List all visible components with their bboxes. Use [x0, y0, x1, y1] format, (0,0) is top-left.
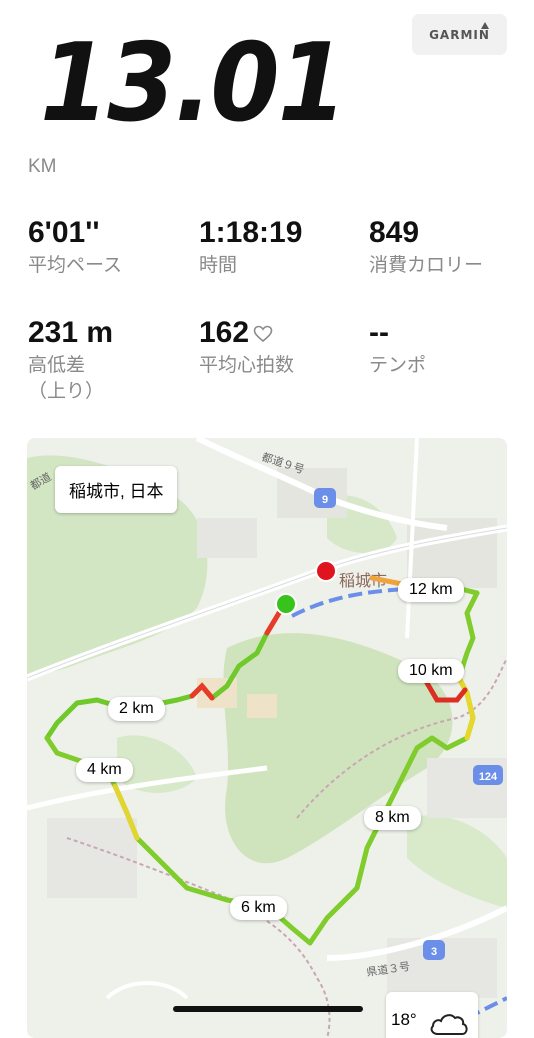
calories-label: 消費カロリー — [369, 255, 484, 276]
km-marker-8: 8 km — [364, 806, 421, 830]
map-park-area — [407, 815, 507, 908]
km-marker-6: 6 km — [230, 896, 287, 920]
elevation-value: 231 m — [28, 316, 114, 349]
km-marker-4: 4 km — [76, 758, 133, 782]
km-marker-12: 12 km — [398, 578, 464, 602]
garmin-logo-text: GARMIN — [429, 27, 490, 42]
end-marker — [315, 560, 337, 582]
heart-rate-value: 162 — [199, 316, 250, 349]
map-road — [105, 981, 189, 1000]
stat-elevation: 231 m 高低差 （上り） — [28, 318, 113, 404]
time-value: 1:18:19 — [199, 216, 303, 249]
stat-time: 1:18:19 時間 — [199, 218, 302, 279]
cloud-icon — [430, 1014, 468, 1035]
location-label[interactable]: 稲城市, 日本 — [55, 466, 178, 513]
pace-label: 平均ペース — [28, 255, 123, 276]
heart-icon — [253, 325, 273, 343]
stat-calories: 849 消費カロリー — [369, 218, 483, 279]
km-marker-10: 10 km — [398, 659, 464, 683]
map-block — [247, 694, 277, 718]
tempo-label: テンポ — [369, 355, 427, 376]
elevation-label-sub: （上り） — [28, 380, 105, 402]
calories-value: 849 — [369, 216, 420, 249]
map-block — [197, 518, 257, 558]
garmin-logo: GARMIN — [412, 14, 507, 55]
temperature: 18° — [391, 1010, 417, 1029]
tempo-value: -- — [369, 316, 389, 349]
stat-tempo: -- テンポ — [369, 318, 426, 379]
garmin-triangle-icon — [481, 22, 489, 29]
home-indicator[interactable] — [173, 1006, 363, 1012]
route-path — [456, 675, 476, 741]
pace-value: 6'01'' — [28, 216, 100, 249]
map-background: 9 124 3 都道９号 都道 県道３号 稲城市 — [27, 438, 507, 1038]
heart-rate-label: 平均心拍数 — [199, 355, 295, 376]
elevation-label: 高低差 （上り） — [28, 353, 113, 404]
start-marker — [275, 593, 297, 615]
stat-pace: 6'01'' 平均ペース — [28, 218, 122, 279]
km-marker-2: 2 km — [108, 697, 165, 721]
time-label: 時間 — [199, 255, 238, 276]
stat-heart-rate: 162 平均心拍数 — [199, 318, 294, 379]
route-shield-124-label: 124 — [479, 771, 498, 783]
distance-value: 13.01 — [40, 21, 347, 146]
elevation-label-main: 高低差 — [28, 355, 86, 376]
distance-unit: KM — [28, 156, 57, 177]
route-shield-3-label: 3 — [431, 946, 437, 958]
route-shield-9-label: 9 — [322, 494, 328, 506]
weather-widget[interactable]: 18° — [386, 992, 478, 1038]
route-map[interactable]: 9 124 3 都道９号 都道 県道３号 稲城市 稲城市, 日本 2 km 4 … — [27, 438, 507, 1038]
